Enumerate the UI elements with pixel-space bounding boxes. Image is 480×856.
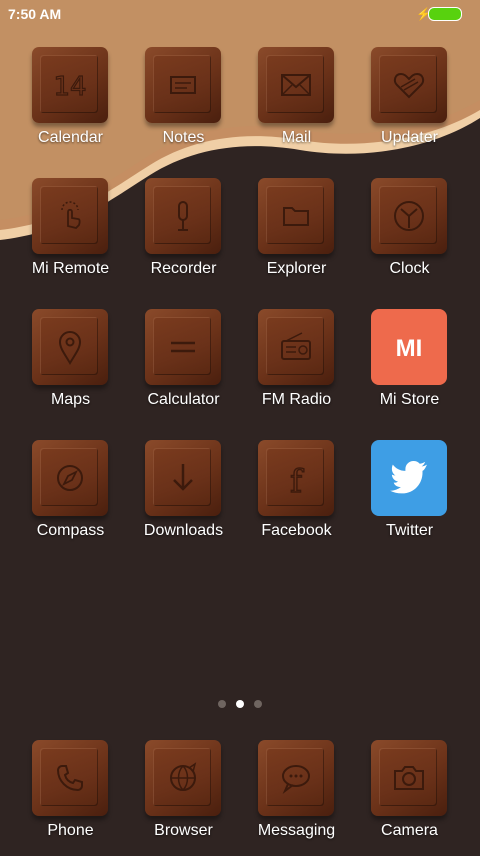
browser-icon — [170, 762, 197, 791]
app-mail[interactable]: Mail — [240, 45, 353, 163]
dock-messaging[interactable]: Messaging — [240, 738, 353, 856]
app-label: Notes — [162, 129, 205, 146]
battery-indicator: ⚡ — [416, 7, 472, 21]
app-label: Downloads — [143, 522, 224, 539]
app-calendar[interactable]: 14 Calendar — [14, 45, 127, 163]
app-facebook[interactable]: f Facebook — [240, 438, 353, 556]
app-label: Maps — [50, 391, 91, 408]
map-pin-icon — [58, 331, 82, 365]
calculator-icon — [171, 341, 195, 353]
app-label: Mail — [281, 129, 312, 146]
app-label: Mi Store — [379, 391, 440, 408]
clock-icon — [394, 201, 424, 231]
compass-icon — [57, 465, 83, 491]
app-label: Recorder — [150, 260, 217, 277]
radio-icon — [281, 332, 311, 360]
app-notes[interactable]: Notes — [127, 45, 240, 163]
app-label: Clock — [389, 260, 430, 277]
microphone-icon — [178, 201, 188, 231]
status-bar: 7:50 AM ⚡ — [0, 0, 480, 28]
updater-icon — [393, 72, 425, 99]
notes-icon — [170, 76, 196, 94]
page-dot[interactable] — [254, 700, 262, 708]
app-label: Compass — [36, 522, 105, 539]
app-label: Explorer — [266, 260, 327, 277]
app-explorer[interactable]: Explorer — [240, 176, 353, 294]
app-clock[interactable]: Clock — [353, 176, 466, 294]
app-label: Updater — [381, 129, 438, 146]
app-label: Calendar — [38, 129, 103, 146]
app-label: FM Radio — [261, 391, 332, 408]
app-label: Mi Remote — [31, 260, 110, 277]
app-label: Camera — [381, 822, 438, 839]
svg-text:f: f — [290, 462, 304, 500]
app-recorder[interactable]: Recorder — [127, 176, 240, 294]
camera-icon — [394, 766, 424, 790]
app-label: Calculator — [147, 391, 220, 408]
mi-remote-icon — [61, 201, 81, 229]
calendar-icon: 14 — [53, 71, 87, 102]
svg-text:MI: MI — [396, 335, 423, 362]
dock-camera[interactable]: Camera — [353, 738, 466, 856]
dock-phone[interactable]: Phone — [14, 738, 127, 856]
app-compass[interactable]: Compass — [14, 438, 127, 556]
app-label: Twitter — [385, 522, 434, 539]
app-updater[interactable]: Updater — [353, 45, 466, 163]
svg-text:14: 14 — [53, 72, 86, 102]
app-twitter[interactable]: Twitter — [353, 438, 466, 556]
folder-icon — [283, 207, 309, 226]
app-mi-store[interactable]: MI Mi Store — [353, 307, 466, 425]
page-indicator — [0, 698, 480, 710]
twitter-bird-icon — [390, 461, 427, 494]
message-bubble-icon — [282, 765, 310, 795]
battery-icon — [428, 7, 462, 21]
facebook-icon: f — [289, 461, 304, 500]
app-mi-remote[interactable]: Mi Remote — [14, 176, 127, 294]
app-fm-radio[interactable]: FM Radio — [240, 307, 353, 425]
app-maps[interactable]: Maps — [14, 307, 127, 425]
app-label: Browser — [154, 822, 213, 839]
page-dot-active[interactable] — [236, 700, 244, 708]
app-label: Facebook — [261, 522, 332, 539]
dock-browser[interactable]: Browser — [127, 738, 240, 856]
app-calculator[interactable]: Calculator — [127, 307, 240, 425]
mi-logo-icon: MI — [396, 335, 423, 362]
phone-icon — [56, 765, 83, 792]
app-downloads[interactable]: Downloads — [127, 438, 240, 556]
download-arrow-icon — [173, 464, 193, 491]
page-dot[interactable] — [218, 700, 226, 708]
status-time: 7:50 AM — [8, 6, 62, 22]
mail-icon — [281, 74, 311, 96]
app-label: Phone — [47, 822, 94, 839]
app-label: Messaging — [257, 822, 336, 839]
